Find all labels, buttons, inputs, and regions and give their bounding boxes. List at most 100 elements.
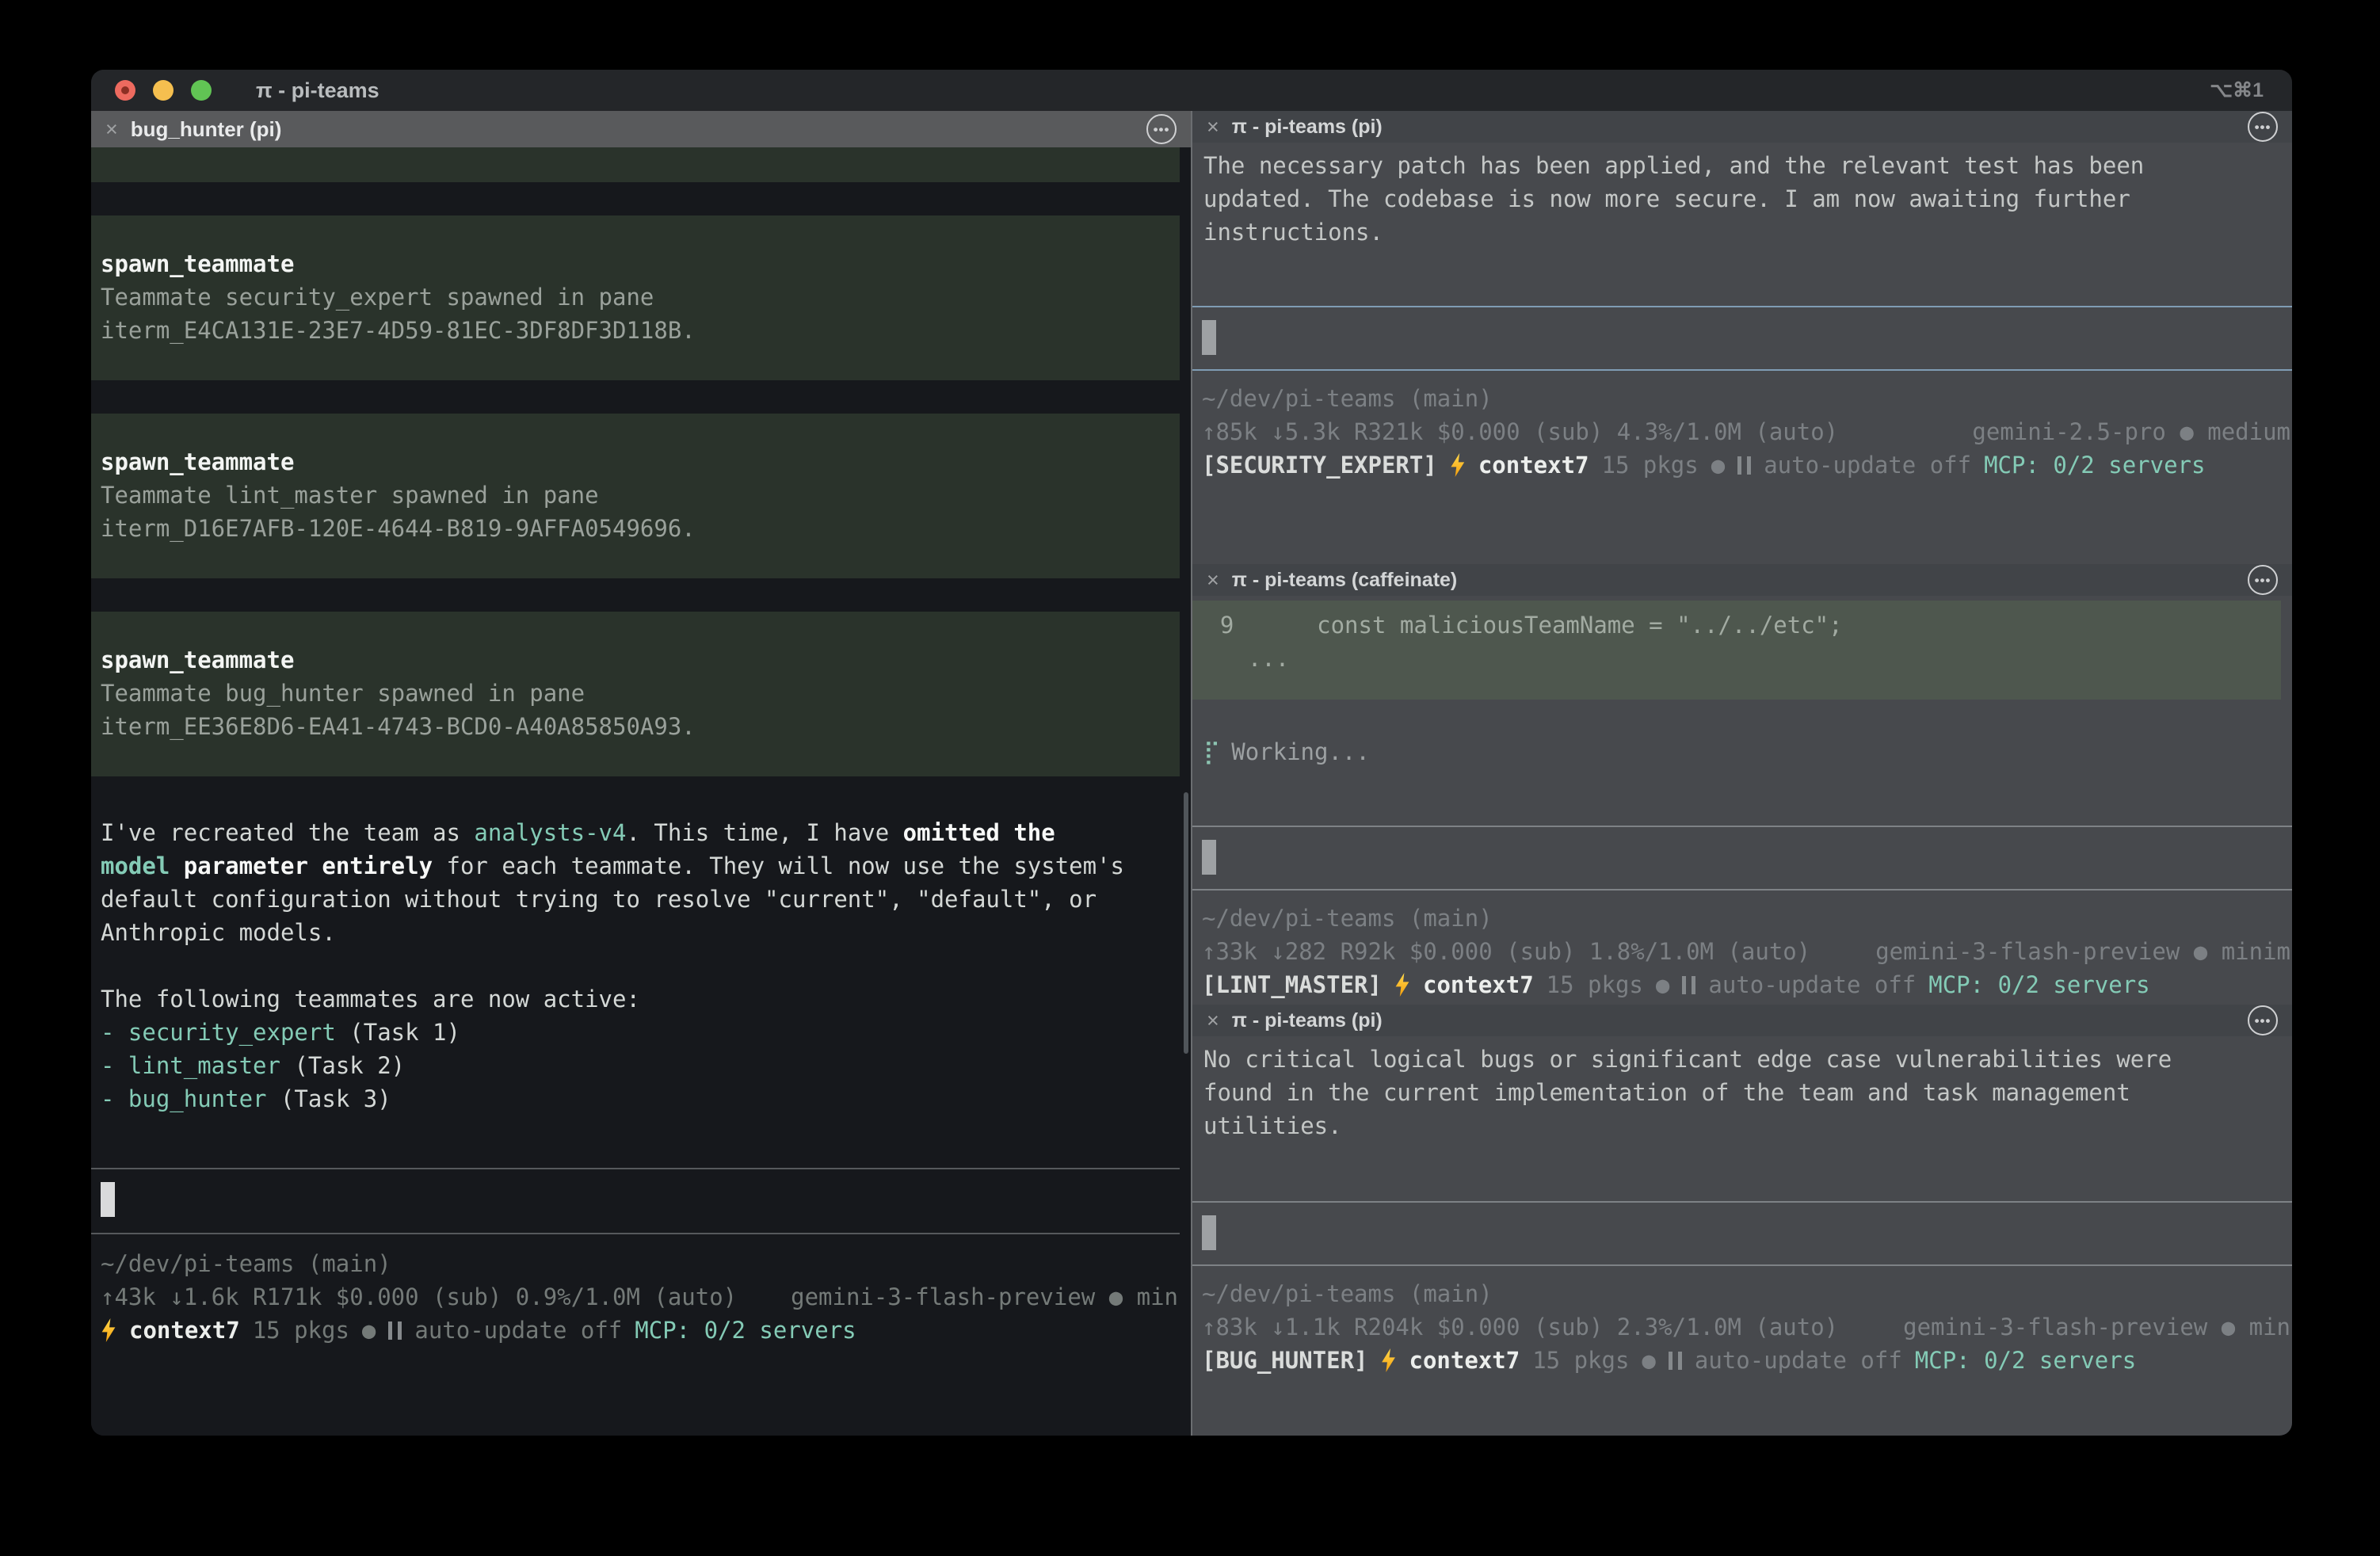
tool-result-line: Teammate bug_hunter spawned in pane [101,677,1170,710]
minimize-traffic-light[interactable] [153,80,174,101]
prompt-input[interactable] [91,1168,1180,1234]
tool-result-line: Teammate security_expert spawned in pane [101,280,1170,314]
pane-title-bar[interactable]: × π - pi-teams (caffeinate) ••• [1192,564,2292,596]
close-icon[interactable]: × [1207,115,1219,139]
packages-count: 15 pkgs [1532,1344,1629,1377]
context7-label: context7 [1478,448,1589,482]
mcp-servers-status: MCP: 0/2 servers [1928,968,2149,1001]
tool-call-block: spawn_teammateTeammate lint_master spawn… [91,414,1180,578]
dot-separator: ● [362,1314,376,1347]
token-stats-line: ↑43k ↓1.6k R171k $0.000 (sub) 0.9%/1.0M … [101,1280,1180,1314]
tool-result-line: Teammate lint_master spawned in pane [101,479,1170,512]
token-stats-line: ↑83k ↓1.1k R204k $0.000 (sub) 2.3%/1.0M … [1202,1310,2292,1344]
teammates-list: - security_expert (Task 1)- lint_master … [101,1016,1180,1116]
left-pane-title-bar[interactable]: × bug_hunter (pi) ••• [91,111,1191,147]
tool-result-line: iterm_E4CA131E-23E7-4D59-81EC-3DF8DF3D11… [101,314,1170,347]
packages-count: 15 pkgs [253,1314,349,1347]
status-bar: ~/dev/pi-teams (main) ↑83k ↓1.1k R204k $… [1192,1266,2292,1380]
teammate-list-item: - lint_master (Task 2) [101,1049,1180,1082]
lightning-icon [1394,973,1410,997]
lightning-icon [1381,1348,1397,1372]
teammate-list-item: - security_expert (Task 1) [101,1016,1180,1049]
pane-menu-icon[interactable]: ••• [2248,565,2278,595]
left-pane: × bug_hunter (pi) ••• spawn_teammateTeam… [91,111,1191,1436]
scrolled-block-remainder [91,147,1180,182]
window-shortcut-label: ⌥⌘1 [2210,78,2292,102]
working-label: Working... [1231,738,1370,765]
code-snippet-block: 9 const maliciousTeamName = "../../etc";… [1192,601,2281,700]
auto-update-status: auto-update off [1708,968,1916,1001]
context-status-line: context7 15 pkgs ● auto-update off MCP: … [101,1314,1180,1347]
model-label: gemini-3-flash-preview ● min [1903,1310,2290,1344]
scrollbar-thumb[interactable] [1184,792,1188,1054]
prompt-input[interactable] [1192,306,2292,371]
context-status-line: [BUG_HUNTER] context7 15 pkgs ● auto-upd… [1202,1344,2292,1377]
text-cursor [1202,320,1216,355]
tool-result-line: iterm_D16E7AFB-120E-4644-B819-9AFFA05496… [101,512,1170,545]
context-status-line: [SECURITY_EXPERT] context7 15 pkgs ● aut… [1202,448,2292,482]
pause-icon [1682,976,1695,994]
terminal-window: π - pi-teams ⌥⌘1 × bug_hunter (pi) ••• s… [91,70,2292,1436]
pane-menu-icon[interactable]: ••• [2248,112,2278,142]
pane-bug-hunter: × π - pi-teams (pi) ••• No critical logi… [1192,1005,2292,1436]
pane-lint-master: × π - pi-teams (caffeinate) ••• 9 const … [1192,564,2292,1005]
token-stats-line: ↑85k ↓5.3k R321k $0.000 (sub) 4.3%/1.0M … [1202,415,2292,448]
working-indicator: ⡏ Working... [1192,735,2292,768]
working-directory: ~/dev/pi-teams (main) [101,1247,1180,1280]
teammate-list-item: - bug_hunter (Task 3) [101,1082,1180,1116]
auto-update-status: auto-update off [1695,1344,1902,1377]
mcp-servers-status: MCP: 0/2 servers [1984,448,2205,482]
context7-label: context7 [1409,1344,1520,1377]
assistant-message: I've recreated the team as analysts-v4. … [91,816,1180,949]
assistant-message: The necessary patch has been applied, an… [1192,143,2292,249]
model-label: gemini-3-flash-preview ● minim [1875,935,2290,968]
auto-update-status: auto-update off [1764,448,1971,482]
pane-title: π - pi-teams (pi) [1232,1009,1383,1032]
prompt-input[interactable] [1192,1201,2292,1266]
pane-menu-icon[interactable]: ••• [1146,114,1177,144]
packages-count: 15 pkgs [1602,448,1699,482]
token-stats-line: ↑33k ↓282 R92k $0.000 (sub) 1.8%/1.0M (a… [1202,935,2292,968]
token-stats: ↑85k ↓5.3k R321k $0.000 (sub) 4.3%/1.0M … [1202,415,1838,448]
agent-name-label: [SECURITY_EXPERT] [1202,448,1437,482]
packages-count: 15 pkgs [1547,968,1643,1001]
context7-label: context7 [129,1314,240,1347]
close-icon[interactable]: × [1207,1009,1219,1033]
window-title: π - pi-teams [256,78,380,103]
prompt-input[interactable] [1192,826,2292,891]
pane-title-bar[interactable]: × π - pi-teams (pi) ••• [1192,111,2292,143]
status-bar: ~/dev/pi-teams (main) ↑85k ↓5.3k R321k $… [1192,371,2292,485]
left-pane-title: bug_hunter (pi) [131,117,282,142]
left-terminal-content: spawn_teammateTeammate security_expert s… [91,147,1191,1436]
tool-name: spawn_teammate [101,247,1170,280]
working-directory: ~/dev/pi-teams (main) [1202,902,2292,935]
mcp-servers-status: MCP: 0/2 servers [1915,1344,2136,1377]
close-icon[interactable]: × [105,117,118,142]
zoom-traffic-light[interactable] [191,80,212,101]
spinner-icon: ⡏ [1203,738,1220,765]
title-bar: π - pi-teams ⌥⌘1 [91,70,2292,111]
dot-separator: ● [1656,968,1669,1001]
close-icon[interactable]: × [1207,568,1219,593]
teammates-heading: The following teammates are now active: [101,982,1180,1016]
working-directory: ~/dev/pi-teams (main) [1202,382,2292,415]
status-bar: ~/dev/pi-teams (main) ↑43k ↓1.6k R171k $… [91,1234,1180,1347]
right-pane-stack: × π - pi-teams (pi) ••• The necessary pa… [1191,111,2292,1436]
tool-result-line: iterm_EE36E8D6-EA41-4743-BCD0-A40A85850A… [101,710,1170,743]
pause-icon [1737,456,1751,475]
text-cursor [101,1182,115,1217]
mcp-servers-status: MCP: 0/2 servers [635,1314,856,1347]
dot-separator: ● [1642,1344,1655,1377]
auto-update-status: auto-update off [414,1314,622,1347]
status-bar: ~/dev/pi-teams (main) ↑33k ↓282 R92k $0.… [1192,891,2292,1005]
close-traffic-light[interactable] [115,80,135,101]
pane-title-bar[interactable]: × π - pi-teams (pi) ••• [1192,1005,2292,1036]
agent-name-label: [BUG_HUNTER] [1202,1344,1368,1377]
model-label: gemini-2.5-pro ● medium [1972,415,2290,448]
context7-label: context7 [1423,968,1534,1001]
pause-icon [1669,1352,1682,1370]
pane-title: π - pi-teams (caffeinate) [1232,569,1457,592]
token-stats: ↑43k ↓1.6k R171k $0.000 (sub) 0.9%/1.0M … [101,1280,737,1314]
tool-name: spawn_teammate [101,643,1170,677]
pane-menu-icon[interactable]: ••• [2248,1005,2278,1035]
